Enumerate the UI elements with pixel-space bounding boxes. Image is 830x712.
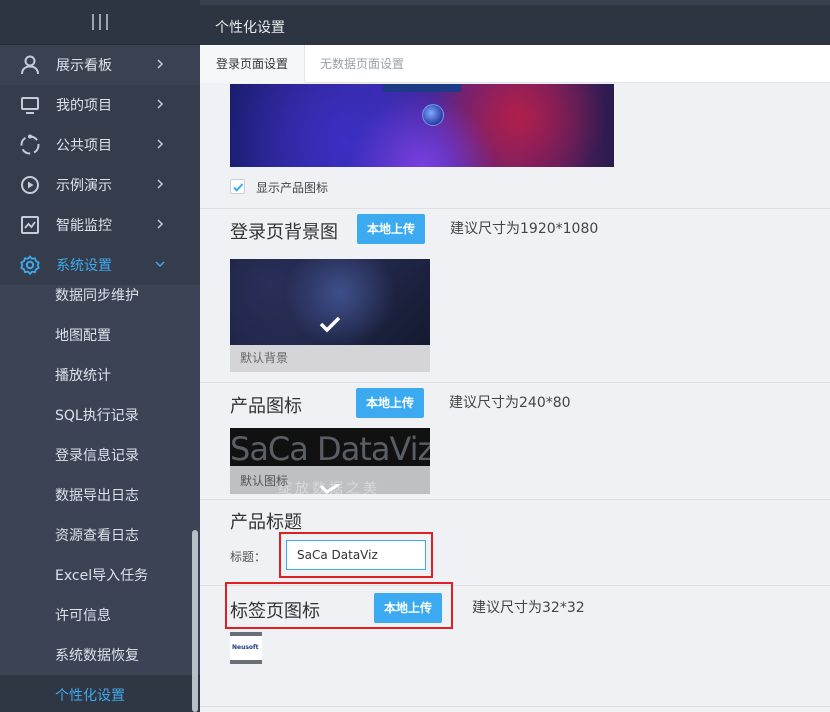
login-background-preview: [230, 84, 614, 167]
icon-section-title: 产品图标: [230, 396, 302, 417]
thumb-caption: 默认图标: [240, 474, 289, 488]
selected-check-icon: [319, 316, 341, 333]
sidebar-item-label: 数据同步维护: [55, 288, 139, 304]
nav-item-label: 公共项目: [56, 138, 112, 154]
sidebar-item-sql-log[interactable]: SQL执行记录: [0, 395, 200, 435]
menu-toggle-icon[interactable]: [92, 14, 108, 30]
favicon-text: Neusoft: [232, 644, 259, 651]
circle-dots-icon: [18, 133, 42, 157]
thumb-caption: 默认背景: [230, 345, 430, 372]
chart-line-icon: [18, 213, 42, 237]
sidebar-item-label: 播放统计: [55, 368, 111, 384]
preview-planet: [422, 104, 444, 126]
tab-bar: 登录页面设置 无数据页面设置: [200, 45, 830, 83]
sidebar-item-data-sync[interactable]: 数据同步维护: [0, 285, 200, 315]
bg-section-title: 登录页背景图: [230, 222, 338, 243]
sidebar-item-label: 地图配置: [55, 328, 111, 344]
nav-item-label: 系统设置: [56, 258, 112, 274]
product-title-section-title: 产品标题: [230, 512, 302, 533]
sidebar-item-label: 系统数据恢复: [55, 648, 139, 664]
default-background-thumb[interactable]: 默认背景: [230, 259, 430, 372]
sidebar-item-label: Excel导入任务: [55, 568, 149, 584]
highlight-box: [225, 582, 453, 629]
divider: [200, 382, 830, 383]
nav-item-label: 示例演示: [56, 178, 112, 194]
sidebar-scrollbar[interactable]: [192, 530, 198, 712]
sidebar-item-license[interactable]: 许可信息: [0, 595, 200, 635]
nav-item-label: 展示看板: [56, 58, 112, 74]
divider: [200, 208, 830, 209]
gear-icon: [18, 253, 42, 277]
play-icon: [18, 173, 42, 197]
sidebar: 展示看板 我的项目 公共项目 示例演示 智能监控 系统设置 数据同步维护 地图配…: [0, 0, 200, 712]
sidebar-item-label: 资源查看日志: [55, 528, 139, 544]
tab-login-page-settings[interactable]: 登录页面设置: [200, 45, 306, 83]
show-product-icon-label: 显示产品图标: [256, 181, 329, 195]
sidebar-item-login-log[interactable]: 登录信息记录: [0, 435, 200, 475]
nav-item-system-settings[interactable]: 系统设置: [0, 245, 200, 285]
nav-item-public-projects[interactable]: 公共项目: [0, 125, 200, 165]
sidebar-item-resource-log[interactable]: 资源查看日志: [0, 515, 200, 555]
chevron-right-icon: [157, 99, 164, 109]
nav-item-label: 我的项目: [56, 98, 112, 114]
title-field-label: 标题：: [230, 550, 267, 564]
sidebar-header: [0, 0, 200, 45]
bg-size-hint: 建议尺寸为1920*1080: [450, 221, 599, 237]
tab-icon-preview: Neusoft: [230, 632, 262, 664]
default-icon-thumb[interactable]: SaCa DataViz 绽放数据之美 默认图标: [230, 428, 430, 494]
bg-upload-button[interactable]: 本地上传: [357, 214, 426, 244]
icon-size-hint: 建议尺寸为240*80: [449, 395, 571, 411]
nav-item-demo[interactable]: 示例演示: [0, 165, 200, 205]
logo-text: SaCa DataViz: [230, 430, 430, 468]
checkmark-icon: [233, 183, 244, 192]
user-icon: [18, 53, 42, 77]
monitor-icon: [18, 93, 42, 117]
header-bar: 个性化设置: [200, 0, 830, 45]
divider: [200, 499, 830, 500]
sidebar-item-map-config[interactable]: 地图配置: [0, 315, 200, 355]
sidebar-item-label: 许可信息: [55, 608, 111, 624]
chevron-right-icon: [157, 179, 164, 189]
preview-login-bar: [383, 84, 461, 92]
chevron-down-icon: [155, 261, 165, 268]
sidebar-item-personalization[interactable]: 个性化设置: [0, 675, 200, 712]
tab-icon-size-hint: 建议尺寸为32*32: [472, 600, 585, 616]
chevron-right-icon: [157, 139, 164, 149]
sidebar-item-label: SQL执行记录: [55, 408, 139, 424]
page-title: 个性化设置: [215, 20, 285, 36]
nav-item-monitoring[interactable]: 智能监控: [0, 205, 200, 245]
chevron-right-icon: [157, 59, 164, 69]
sidebar-item-excel-import[interactable]: Excel导入任务: [0, 555, 200, 595]
sidebar-item-data-restore[interactable]: 系统数据恢复: [0, 635, 200, 675]
sidebar-item-play-stats[interactable]: 播放统计: [0, 355, 200, 395]
sidebar-item-label: 登录信息记录: [55, 448, 139, 464]
selected-check-icon: [319, 484, 340, 494]
nav-item-label: 智能监控: [56, 218, 112, 234]
nav-item-dashboard[interactable]: 展示看板: [0, 45, 200, 85]
sidebar-item-label: 数据导出日志: [55, 488, 139, 504]
sidebar-item-label: 个性化设置: [55, 688, 125, 704]
chevron-right-icon: [157, 219, 164, 229]
settings-content: 显示产品图标 登录页背景图 本地上传 建议尺寸为1920*1080 默认背景 产…: [200, 84, 830, 712]
highlight-box: [279, 532, 433, 578]
divider: [200, 706, 830, 707]
icon-upload-button[interactable]: 本地上传: [356, 388, 425, 418]
nav-item-my-projects[interactable]: 我的项目: [0, 85, 200, 125]
show-product-icon-checkbox[interactable]: [230, 179, 245, 194]
sidebar-item-export-log[interactable]: 数据导出日志: [0, 475, 200, 515]
tab-no-data-page-settings[interactable]: 无数据页面设置: [304, 45, 420, 83]
